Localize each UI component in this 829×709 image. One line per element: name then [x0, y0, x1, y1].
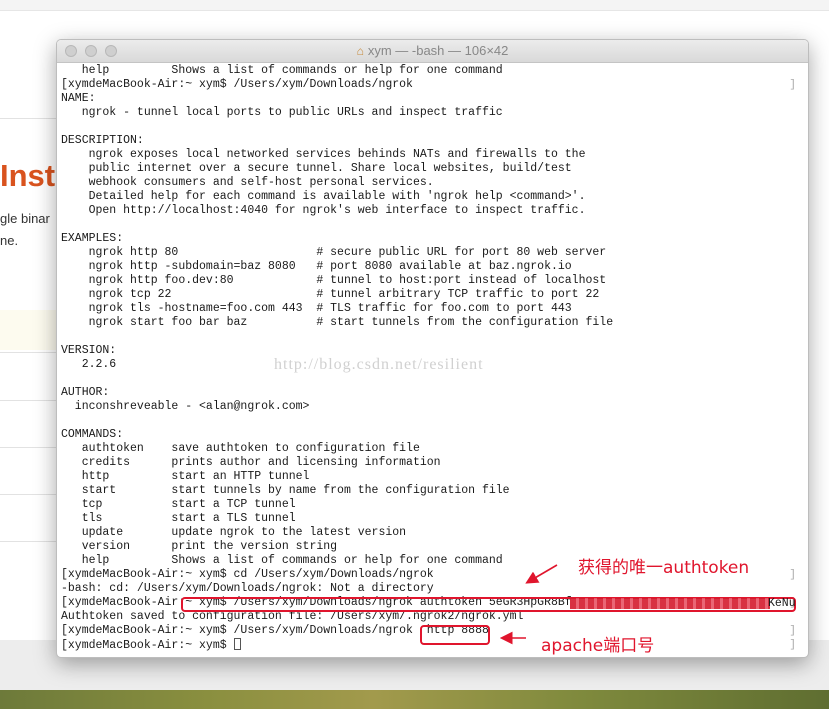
close-button[interactable]: [65, 45, 77, 57]
terminal-line: ngrok - tunnel local ports to public URL…: [61, 106, 503, 119]
terminal-line: update update ngrok to the latest versio…: [61, 526, 407, 539]
background-heading: Inst: [0, 158, 56, 193]
divider: [0, 447, 60, 448]
divider: [0, 541, 60, 542]
window-title: xym — -bash — 106×42: [367, 43, 509, 58]
terminal-line: webhook consumers and self-host personal…: [61, 176, 434, 189]
authtoken-annotation: 获得的唯一authtoken: [578, 558, 750, 578]
terminal-line: credits prints author and licensing info…: [61, 456, 441, 469]
redacted-token: [570, 598, 770, 609]
background-toolbar: [0, 0, 829, 11]
zoom-button[interactable]: [105, 45, 117, 57]
terminal-line: EXAMPLES:: [61, 232, 124, 245]
terminal-line: Authtoken saved to configuration file: /…: [61, 610, 524, 623]
background-text: ne.: [0, 233, 19, 248]
terminal-line: public internet over a secure tunnel. Sh…: [61, 162, 572, 175]
terminal-line: inconshreveable - <alan@ngrok.com>: [61, 400, 310, 413]
terminal-line: version print the version string: [61, 540, 338, 553]
terminal-line: -bash: cd: /Users/xym/Downloads/ngrok: N…: [61, 582, 434, 595]
text-cursor: [233, 638, 241, 650]
divider: [0, 494, 60, 495]
terminal-line: ngrok http 80 # secure public URL for po…: [61, 246, 607, 259]
divider: [0, 400, 60, 401]
desktop-wallpaper: [0, 690, 829, 709]
line-marker-bracket: ]: [789, 625, 796, 637]
line-marker-bracket: ]: [789, 79, 796, 91]
divider: [0, 352, 60, 353]
background-highlight-block: [0, 310, 60, 350]
token-tail: KeNu: [768, 597, 796, 610]
terminal-line: ngrok tls -hostname=foo.com 443 # TLS tr…: [61, 302, 572, 315]
terminal-line: Open http://localhost:4040 for ngrok's w…: [61, 204, 586, 217]
terminal-line: AUTHOR:: [61, 386, 110, 399]
divider: [0, 118, 60, 119]
terminal-line: help Shows a list of commands or help fo…: [61, 64, 503, 77]
terminal-line: http start an HTTP tunnel: [61, 470, 310, 483]
watermark-text: http://blog.csdn.net/resilient: [274, 356, 484, 373]
terminal-line: tcp start a TCP tunnel: [61, 498, 296, 511]
terminal-line: NAME:: [61, 92, 96, 105]
window-titlebar[interactable]: ⌂ xym — -bash — 106×42: [57, 40, 808, 63]
terminal-line: Detailed help for each command is availa…: [61, 190, 586, 203]
minimize-button[interactable]: [85, 45, 97, 57]
home-icon: ⌂: [356, 44, 364, 58]
window-title-wrap: ⌂ xym — -bash — 106×42: [57, 40, 808, 62]
line-marker-bracket: ]: [789, 569, 796, 581]
terminal-line: [xymdeMacBook-Air:~ xym$ /Users/xym/Down…: [61, 78, 413, 91]
terminal-line: ngrok exposes local networked services b…: [61, 148, 586, 161]
terminal-line: ngrok start foo bar baz # start tunnels …: [61, 316, 614, 329]
terminal-line: start start tunnels by name from the con…: [61, 484, 510, 497]
terminal-line: authtoken save authtoken to configuratio…: [61, 442, 420, 455]
terminal-line: ngrok http -subdomain=baz 8080 # port 80…: [61, 260, 572, 273]
terminal-line: ngrok tcp 22 # tunnel arbitrary TCP traf…: [61, 288, 600, 301]
http-port-highlight-box: [420, 625, 490, 645]
terminal-line: ngrok http foo.dev:80 # tunnel to host:p…: [61, 274, 607, 287]
background-text: gle binar: [0, 211, 50, 226]
port-annotation: apache端口号: [541, 636, 655, 656]
line-marker-bracket: ]: [789, 639, 796, 651]
terminal-line: tls start a TLS tunnel: [61, 512, 296, 525]
terminal-line: COMMANDS:: [61, 428, 124, 441]
terminal-line: DESCRIPTION:: [61, 134, 144, 147]
